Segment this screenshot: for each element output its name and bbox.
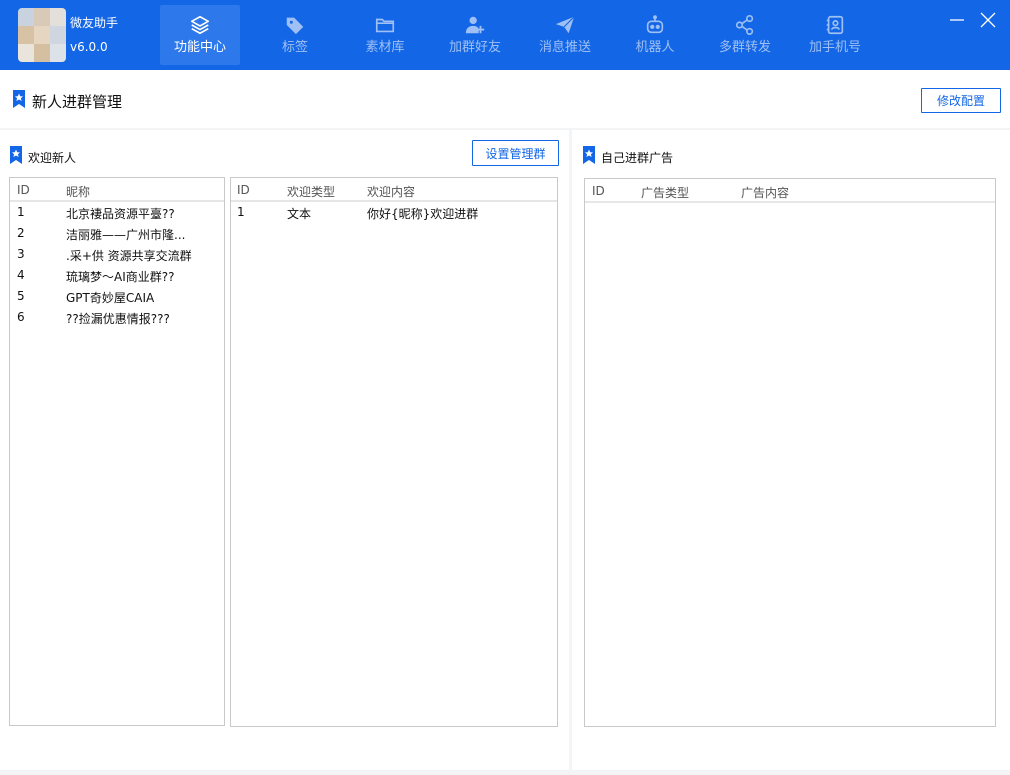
table-header: ID 昵称 <box>10 178 224 202</box>
ads-section-title: 自己进群广告 <box>601 151 674 165</box>
cell-nickname: .采+供 资源共享交流群 <box>66 249 192 263</box>
table-row[interactable]: 3 .采+供 资源共享交流群 <box>10 244 224 265</box>
nav-item-message-push[interactable]: 消息推送 <box>520 5 610 65</box>
page-header: 新人进群管理 修改配置 <box>0 70 1010 128</box>
star-bookmark-icon <box>583 146 595 164</box>
nav-item-label: 消息推送 <box>538 40 591 55</box>
cell-welcome-content: 你好{昵称}欢迎进群 <box>367 207 479 221</box>
nav-item-tags[interactable]: 标签 <box>250 5 340 65</box>
cell-id: 5 <box>17 289 25 303</box>
table-row[interactable]: 4 琉璃梦～AI商业群?? <box>10 265 224 286</box>
welcome-section-title: 欢迎新人 <box>28 151 77 165</box>
column-header[interactable]: ID <box>17 183 30 197</box>
set-admin-group-button[interactable]: 设置管理群 <box>472 140 559 166</box>
cell-id: 3 <box>17 247 25 261</box>
column-header[interactable]: 广告类型 <box>641 184 689 201</box>
cell-id: 1 <box>237 205 245 219</box>
nav-item-multi-group-forward[interactable]: 多群转发 <box>700 5 790 65</box>
table-row[interactable]: 1 文本 你好{昵称}欢迎进群 <box>231 202 557 223</box>
share-icon <box>735 15 754 35</box>
table-row[interactable]: 5 GPT奇妙屋CAIA <box>10 286 224 307</box>
nav-item-add-group-friends[interactable]: 加群好友 <box>430 5 520 65</box>
edit-config-button[interactable]: 修改配置 <box>921 88 1001 113</box>
table-row[interactable]: 6 ??捡漏优惠情报??? <box>10 307 224 328</box>
star-bookmark-icon <box>10 146 22 164</box>
paper-plane-icon <box>555 16 575 34</box>
cell-nickname: 北京褄品资源平臺?? <box>66 207 175 221</box>
avatar[interactable] <box>18 8 66 62</box>
cell-id: 1 <box>17 205 25 219</box>
welcome-messages-table[interactable]: ID 欢迎类型 欢迎内容 1 文本 你好{昵称}欢迎进群 <box>230 177 558 727</box>
page-title: 新人进群管理 <box>32 93 123 111</box>
column-header[interactable]: 广告内容 <box>741 184 789 201</box>
nav-item-label: 加群好友 <box>448 40 501 55</box>
cell-id: 4 <box>17 268 25 282</box>
add-user-icon <box>465 16 485 34</box>
nav-item-label: 加手机号 <box>808 40 861 55</box>
table-row[interactable]: 2 洁丽雅——广州市隆... <box>10 223 224 244</box>
nav-item-label: 素材库 <box>365 40 405 55</box>
cell-nickname: 洁丽雅——广州市隆... <box>66 228 186 242</box>
nav-item-function-center[interactable]: 功能中心 <box>160 5 240 65</box>
app-name: 微友助手 <box>70 16 119 30</box>
welcome-panel: 欢迎新人 设置管理群 ID 昵称 1 北京褄品资源平臺?? 2 洁丽雅——广州市隆.… <box>0 130 569 770</box>
groups-table[interactable]: ID 昵称 1 北京褄品资源平臺?? 2 洁丽雅——广州市隆... 3 .采+供 资源… <box>9 177 225 726</box>
nav-item-label: 功能中心 <box>173 40 226 55</box>
contact-card-icon <box>826 15 844 35</box>
star-bookmark-icon <box>13 90 25 108</box>
main-nav: 功能中心 标签 素材库 加群好友 消息推送 机器人 多群转发 加手机号 <box>160 5 880 65</box>
table-header: ID 广告类型 广告内容 <box>585 179 995 203</box>
cell-id: 2 <box>17 226 25 240</box>
column-header[interactable]: ID <box>237 183 250 197</box>
cell-nickname: ??捡漏优惠情报??? <box>66 312 170 326</box>
nav-item-robot[interactable]: 机器人 <box>610 5 700 65</box>
nav-item-label: 标签 <box>281 40 308 55</box>
table-header: ID 欢迎类型 欢迎内容 <box>231 178 557 202</box>
column-header[interactable]: 欢迎内容 <box>367 183 415 200</box>
nav-item-add-phone[interactable]: 加手机号 <box>790 5 880 65</box>
layers-icon <box>190 15 210 35</box>
nav-item-label: 多群转发 <box>718 40 771 55</box>
cell-welcome-type: 文本 <box>287 207 312 221</box>
robot-icon <box>646 15 664 34</box>
column-header[interactable]: 昵称 <box>66 183 90 200</box>
table-row[interactable]: 1 北京褄品资源平臺?? <box>10 202 224 223</box>
nav-item-materials[interactable]: 素材库 <box>340 5 430 65</box>
app-version: v6.0.0 <box>70 40 108 54</box>
ads-table[interactable]: ID 广告类型 广告内容 <box>584 178 996 727</box>
ads-panel: 自己进群广告 ID 广告类型 广告内容 <box>572 130 1010 770</box>
close-icon[interactable] <box>978 10 998 30</box>
folder-icon <box>375 18 395 33</box>
minimize-icon[interactable] <box>947 10 967 30</box>
tag-icon <box>286 17 304 35</box>
column-header[interactable]: ID <box>592 184 605 198</box>
nav-item-label: 机器人 <box>635 40 675 55</box>
cell-id: 6 <box>17 310 25 324</box>
cell-nickname: 琉璃梦～AI商业群?? <box>66 270 175 284</box>
cell-nickname: GPT奇妙屋CAIA <box>66 291 155 305</box>
title-bar: 微友助手 v6.0.0 功能中心 标签 素材库 加群好友 消息推送 机器人 多群… <box>0 0 1010 70</box>
column-header[interactable]: 欢迎类型 <box>287 183 335 200</box>
